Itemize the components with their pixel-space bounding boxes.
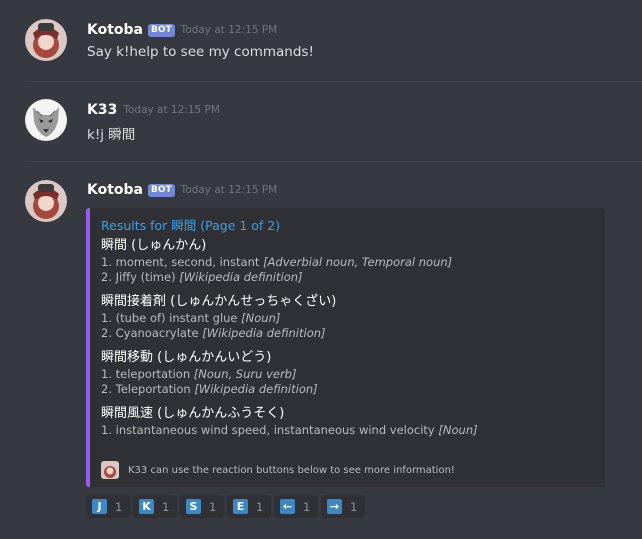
- regional-indicator-s-icon: S: [186, 499, 201, 514]
- kotoba-avatar[interactable]: [25, 180, 67, 222]
- message-text: k!j 瞬間: [87, 127, 136, 143]
- definition-text: 1. teleportation: [101, 367, 194, 381]
- message-header: Kotoba BOT Today at 12:15 PM: [87, 22, 277, 38]
- definition-text: 2. Jiffy (time): [101, 270, 180, 284]
- entry-heading: 瞬間接着剤 (しゅんかんせっちゃくざい): [101, 294, 337, 309]
- reaction-prev-button[interactable]: ← 1: [274, 495, 318, 518]
- reaction-s-button[interactable]: S 1: [180, 495, 224, 518]
- definition-tag: [Wikipedia definition]: [194, 382, 318, 396]
- footer-text: K33 can use the reaction buttons below t…: [128, 464, 455, 476]
- dictionary-entry: 瞬間風速 (しゅんかんふうそく) 1. instantaneous wind s…: [101, 404, 597, 438]
- timestamp: Today at 12:15 PM: [180, 24, 278, 36]
- entry-heading: 瞬間移動 (しゅんかんいどう): [101, 350, 272, 365]
- reaction-count: 1: [115, 499, 123, 514]
- definition-line: 2. Jiffy (time) [Wikipedia definition]: [101, 270, 597, 285]
- username[interactable]: K33: [87, 102, 117, 118]
- reaction-bar: J 1 K 1 S 1 E 1 ← 1 → 1: [86, 495, 368, 518]
- username[interactable]: Kotoba: [87, 182, 143, 198]
- embed-footer: K33 can use the reaction buttons below t…: [101, 461, 455, 479]
- reaction-next-button[interactable]: → 1: [321, 495, 365, 518]
- dictionary-embed: Results for 瞬間 (Page 1 of 2) 瞬間 (しゅんかん) …: [86, 208, 605, 487]
- arrow-right-icon: →: [327, 499, 342, 514]
- definition-line: 1. instantaneous wind speed, instantaneo…: [101, 423, 597, 438]
- entry-heading: 瞬間 (しゅんかん): [101, 238, 207, 253]
- reaction-count: 1: [162, 499, 170, 514]
- reaction-count: 1: [303, 499, 311, 514]
- timestamp: Today at 12:15 PM: [123, 104, 220, 116]
- definition-tag: [Adverbial noun, Temporal noun]: [263, 255, 453, 269]
- username[interactable]: Kotoba: [87, 22, 143, 38]
- bot-tag: BOT: [148, 23, 175, 37]
- k33-avatar[interactable]: [25, 99, 67, 141]
- definition-line: 1. (tube of) instant glue [Noun]: [101, 311, 597, 326]
- message-header: K33 Today at 12:15 PM: [87, 102, 220, 118]
- regional-indicator-j-icon: J: [92, 499, 107, 514]
- message-text: Say k!help to see my commands!: [87, 44, 314, 60]
- definition-tag: [Wikipedia definition]: [179, 270, 303, 284]
- reaction-k-button[interactable]: K 1: [133, 495, 177, 518]
- definition-line: 1. teleportation [Noun, Suru verb]: [101, 367, 597, 382]
- reaction-e-button[interactable]: E 1: [227, 495, 271, 518]
- definition-text: 2. Cyanoacrylate: [101, 326, 203, 340]
- kotoba-avatar[interactable]: [25, 19, 67, 61]
- definition-text: 2. Teleportation: [101, 382, 195, 396]
- message-divider: [26, 81, 642, 82]
- definition-line: 2. Teleportation [Wikipedia definition]: [101, 382, 597, 397]
- timestamp: Today at 12:15 PM: [180, 184, 278, 196]
- definition-line: 1. moment, second, instant [Adverbial no…: [101, 255, 597, 270]
- dictionary-entry: 瞬間 (しゅんかん) 1. moment, second, instant [A…: [101, 236, 597, 285]
- definition-line: 2. Cyanoacrylate [Wikipedia definition]: [101, 326, 597, 341]
- bot-tag: BOT: [148, 183, 175, 197]
- dictionary-entry: 瞬間移動 (しゅんかんいどう) 1. teleportation [Noun, …: [101, 348, 597, 397]
- definition-text: 1. instantaneous wind speed, instantaneo…: [101, 423, 439, 437]
- definition-tag: [Noun]: [438, 423, 478, 437]
- embed-title[interactable]: Results for 瞬間 (Page 1 of 2): [101, 217, 597, 234]
- message-divider: [26, 161, 642, 162]
- message-header: Kotoba BOT Today at 12:15 PM: [87, 182, 277, 198]
- arrow-left-icon: ←: [280, 499, 295, 514]
- definition-tag: [Wikipedia definition]: [202, 326, 326, 340]
- footer-avatar: [101, 461, 119, 479]
- definition-text: 1. moment, second, instant: [101, 255, 264, 269]
- reaction-count: 1: [209, 499, 217, 514]
- reaction-j-button[interactable]: J 1: [86, 495, 130, 518]
- reaction-count: 1: [350, 499, 358, 514]
- definition-text: 1. (tube of) instant glue: [101, 311, 242, 325]
- chat-messages: Kotoba BOT Today at 12:15 PM Say k!help …: [0, 0, 642, 539]
- definition-tag: [Noun]: [241, 311, 281, 325]
- dictionary-entry: 瞬間接着剤 (しゅんかんせっちゃくざい) 1. (tube of) instan…: [101, 292, 597, 341]
- regional-indicator-k-icon: K: [139, 499, 154, 514]
- entry-heading: 瞬間風速 (しゅんかんふうそく): [101, 406, 285, 421]
- reaction-count: 1: [256, 499, 264, 514]
- regional-indicator-e-icon: E: [233, 499, 248, 514]
- definition-tag: [Noun, Suru verb]: [193, 367, 297, 381]
